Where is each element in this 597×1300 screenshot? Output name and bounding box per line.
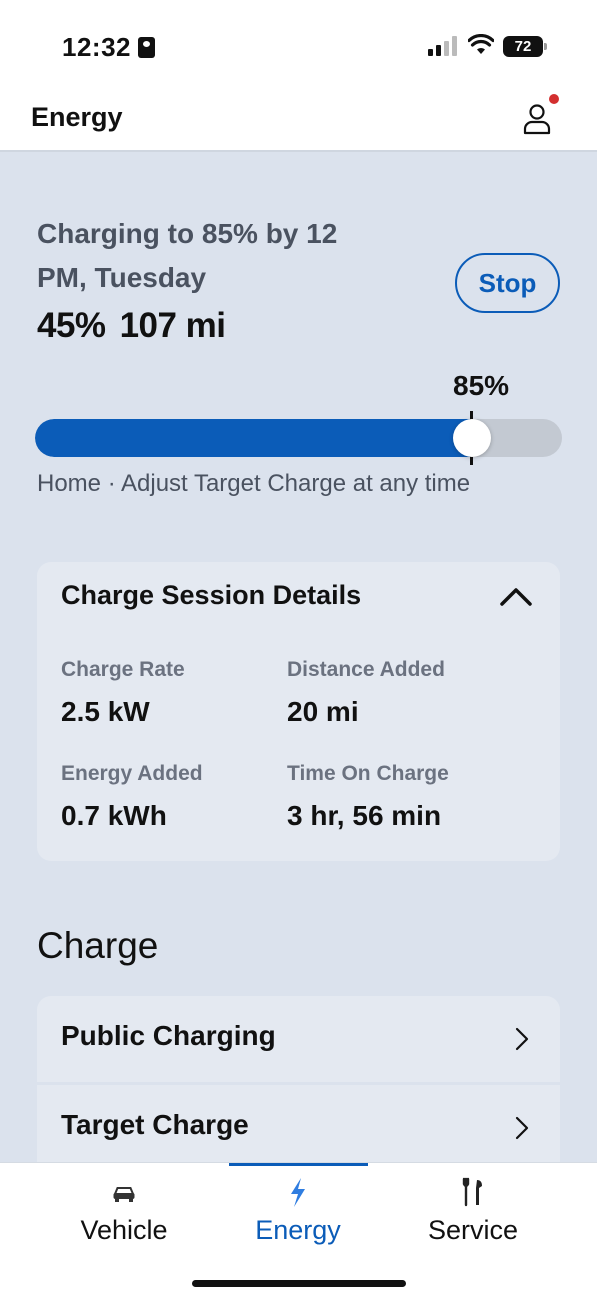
wifi-icon xyxy=(468,34,494,54)
chevron-right-icon xyxy=(515,1116,529,1140)
status-bar: 12:32 72 xyxy=(0,0,597,90)
tab-energy[interactable]: Energy xyxy=(228,1163,368,1263)
charge-rate-value: 2.5 kW xyxy=(61,696,150,727)
target-charge-slider-handle[interactable] xyxy=(453,419,491,457)
page-title: Energy xyxy=(31,102,123,132)
estimated-range: 107 mi xyxy=(119,306,226,345)
list-item-label: Target Charge xyxy=(61,1109,249,1140)
charge-location-note: Home · Adjust Target Charge at any time xyxy=(37,470,471,497)
app-header: Energy xyxy=(0,90,597,152)
cellular-signal-icon xyxy=(428,36,458,56)
chevron-right-icon xyxy=(515,1027,529,1051)
id-badge-icon xyxy=(138,37,155,58)
target-charge-label: 85% xyxy=(453,370,510,401)
list-item-label: Public Charging xyxy=(61,1020,276,1051)
tab-label: Service xyxy=(427,1215,519,1245)
stop-charging-button[interactable]: Stop xyxy=(455,253,560,313)
charge-section-title: Charge xyxy=(37,925,159,966)
account-icon[interactable] xyxy=(522,102,552,136)
distance-added-label: Distance Added xyxy=(287,658,445,681)
tab-service[interactable]: Service xyxy=(403,1163,543,1263)
energy-added-label: Energy Added xyxy=(61,762,203,785)
charge-rate-label: Charge Rate xyxy=(61,658,185,681)
chevron-up-icon[interactable] xyxy=(497,582,535,610)
time-on-charge-value: 3 hr, 56 min xyxy=(287,800,442,831)
list-item-target-charge[interactable]: Target Charge xyxy=(37,1085,560,1165)
charge-stats: 45% 107 mi xyxy=(37,306,226,346)
charge-session-details-card: Charge Session Details Charge Rate 2.5 k… xyxy=(37,562,560,861)
time-on-charge-label: Time On Charge xyxy=(287,762,449,785)
notification-dot xyxy=(549,94,559,104)
lightning-icon xyxy=(291,1178,305,1207)
battery-icon: 72 xyxy=(503,36,547,57)
status-time: 12:32 xyxy=(62,32,131,62)
list-item-public-charging[interactable]: Public Charging xyxy=(37,996,560,1082)
charge-progress-fill xyxy=(35,419,472,457)
tab-label: Energy xyxy=(255,1215,341,1245)
charging-status: Charging to 85% by 12 PM, Tuesday xyxy=(37,218,338,293)
distance-added-value: 20 mi xyxy=(287,696,359,727)
tab-vehicle[interactable]: Vehicle xyxy=(54,1163,194,1263)
details-title: Charge Session Details xyxy=(61,580,362,610)
home-indicator xyxy=(192,1280,406,1287)
tools-icon xyxy=(462,1177,482,1207)
car-icon xyxy=(113,1187,135,1202)
battery-percent: 45% xyxy=(37,306,106,345)
tab-label: Vehicle xyxy=(80,1215,168,1245)
energy-added-value: 0.7 kWh xyxy=(61,800,167,831)
